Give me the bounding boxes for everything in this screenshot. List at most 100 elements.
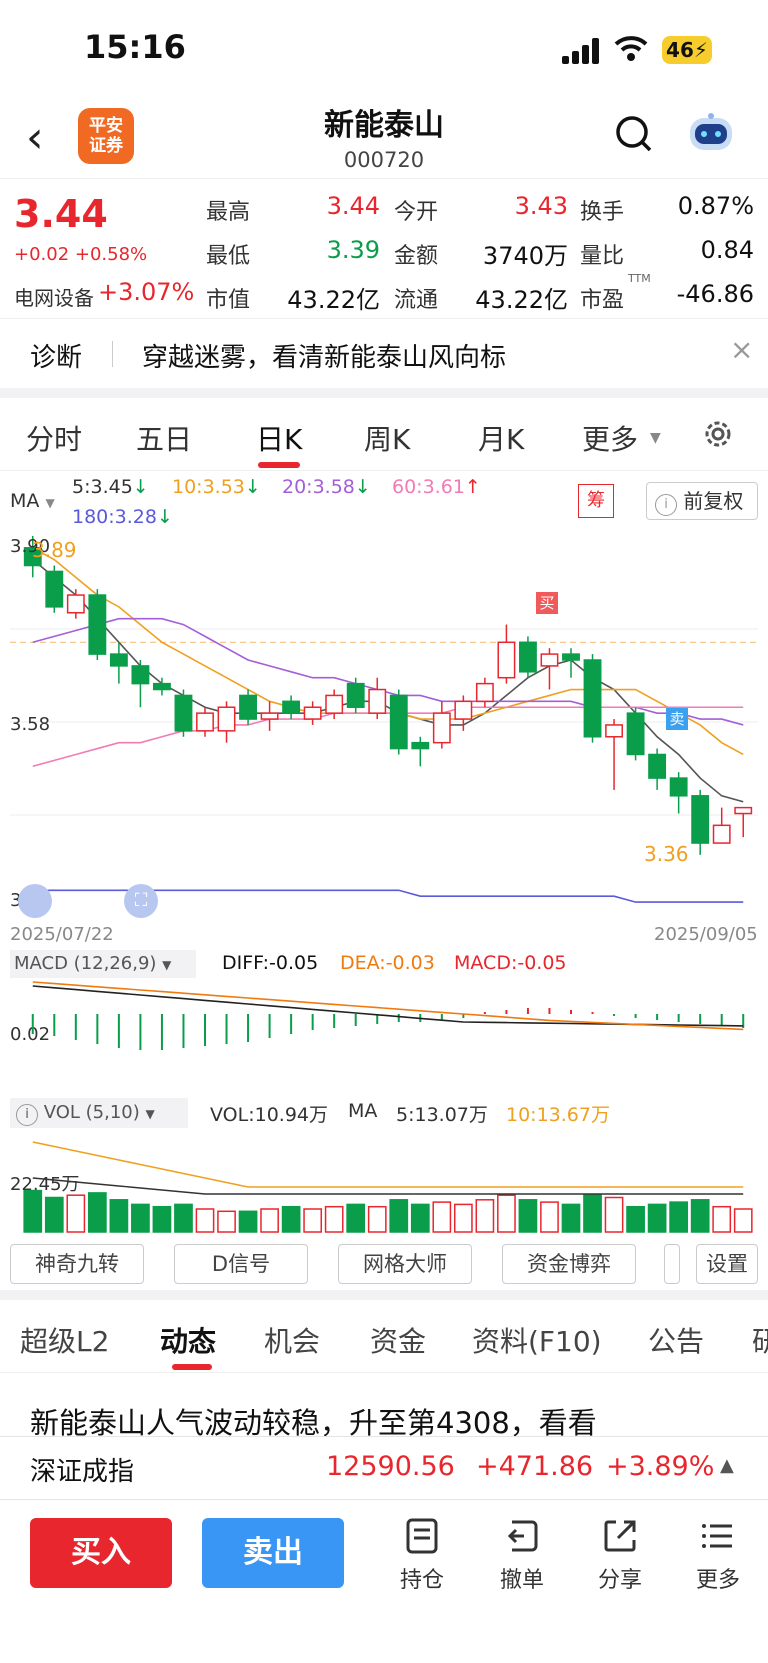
- tab-super-l2[interactable]: 超级L2: [20, 1320, 109, 1360]
- fullscreen-icon[interactable]: ⛶: [124, 884, 158, 918]
- index-pct: +3.89%: [606, 1451, 715, 1482]
- volume-bar: [518, 1199, 538, 1233]
- tool-partial[interactable]: [664, 1244, 680, 1284]
- sector-change[interactable]: +3.07%: [98, 278, 194, 306]
- more-button[interactable]: 更多: [688, 1516, 748, 1594]
- high-value: 3.44: [326, 192, 380, 220]
- volume-bar: [367, 1205, 387, 1233]
- tool-fund-game[interactable]: 资金博弈: [502, 1244, 636, 1284]
- ma5-text: 5:3.45: [72, 476, 133, 498]
- ma-selector[interactable]: MA ▼: [10, 490, 55, 512]
- volume-bar: [44, 1196, 64, 1233]
- candle-body: [196, 712, 214, 732]
- tab-funds[interactable]: 资金: [370, 1320, 426, 1360]
- info-icon: i: [655, 494, 677, 516]
- tab-research[interactable]: 研: [752, 1320, 768, 1360]
- volume-bar: [669, 1201, 689, 1233]
- buy-button[interactable]: 买入: [30, 1518, 172, 1588]
- open-label: 今开: [394, 200, 439, 225]
- macd-label: MACD (12,26,9): [14, 953, 157, 974]
- volume-bar: [712, 1205, 732, 1233]
- holdings-button[interactable]: 持仓: [392, 1516, 452, 1594]
- search-icon[interactable]: [614, 114, 654, 158]
- macd-diff: DIFF:-0.05: [222, 952, 319, 974]
- chevron-down-icon: ▼: [650, 430, 661, 446]
- volratio-value: 0.84: [700, 236, 754, 264]
- index-bar[interactable]: 深证成指 12590.56 +471.86 +3.89% ▲: [0, 1436, 768, 1500]
- tab-dynamic[interactable]: 动态: [160, 1320, 216, 1360]
- tool-d-signal[interactable]: D信号: [174, 1244, 308, 1284]
- section-gap: [0, 388, 768, 398]
- price-change: +0.02 +0.58%: [14, 244, 148, 265]
- diagnosis-divider: [112, 341, 113, 367]
- cancel-order-label: 撤单: [499, 1568, 544, 1593]
- undo-icon: [507, 1520, 538, 1552]
- macd-chart: [31, 981, 745, 1050]
- macd-selector[interactable]: MACD (12,26,9) ▼: [10, 950, 196, 978]
- candle-body: [45, 570, 64, 608]
- holdings-label: 持仓: [399, 1568, 444, 1593]
- zoom-out-icon[interactable]: [18, 884, 52, 918]
- candle-body: [368, 688, 387, 714]
- sector-name[interactable]: 电网设备: [14, 282, 94, 311]
- tab-opportunity[interactable]: 机会: [264, 1320, 320, 1360]
- triangle-up-icon: ▲: [720, 1455, 734, 1476]
- volume-bar: [324, 1205, 344, 1233]
- tab-weekly-k[interactable]: 周K: [364, 418, 410, 458]
- volume-bar: [432, 1201, 452, 1233]
- robot-assistant-icon[interactable]: [686, 112, 736, 160]
- tab-intraday[interactable]: 分时: [26, 418, 82, 458]
- ma-dropdown-icon: ▼: [45, 496, 55, 510]
- candle-body: [260, 712, 279, 720]
- active-tab-indicator: [172, 1364, 212, 1370]
- candle-body: [153, 682, 171, 691]
- candle-body: [583, 659, 602, 738]
- mktcap-value: 43.22亿: [287, 286, 380, 314]
- volratio-label: 量比: [580, 244, 625, 269]
- ma10-text: 10:3.53: [172, 476, 245, 498]
- tool-nine-turn[interactable]: 神奇九转: [10, 1244, 144, 1284]
- vol-ma5: 5:13.07万: [396, 1104, 488, 1126]
- chevron-down-icon: ▼: [162, 958, 172, 972]
- tab-five-day[interactable]: 五日: [136, 418, 192, 458]
- tab-monthly-k[interactable]: 月K: [478, 418, 524, 458]
- volume-bar: [733, 1208, 753, 1233]
- gear-icon[interactable]: [700, 416, 736, 456]
- candle-body: [131, 665, 150, 685]
- volume-bar: [604, 1196, 624, 1233]
- volume-bar: [626, 1205, 645, 1233]
- diagnosis-banner[interactable]: 诊断 穿越迷雾，看清新能泰山风向标 ×: [0, 318, 768, 389]
- diff-line: [32, 985, 744, 1027]
- tab-announcement[interactable]: 公告: [648, 1320, 704, 1360]
- sell-signal-marker: 卖: [666, 708, 688, 730]
- share-button[interactable]: 分享: [590, 1516, 650, 1594]
- chip-distribution-button[interactable]: 筹: [578, 484, 614, 518]
- vol-value: VOL:10.94万: [210, 1104, 328, 1126]
- candle-body: [411, 741, 430, 750]
- vol-selector[interactable]: i VOL (5,10) ▼: [10, 1098, 188, 1128]
- current-price: 3.44: [14, 192, 108, 236]
- kline-chart[interactable]: [0, 528, 768, 926]
- volume-bar: [174, 1203, 193, 1233]
- float-value: 43.22亿: [475, 286, 568, 314]
- tab-more[interactable]: 更多: [582, 418, 638, 458]
- cancel-order-button[interactable]: 撤单: [492, 1516, 552, 1594]
- tool-settings[interactable]: 设置: [696, 1244, 758, 1284]
- battery-icon: 46⚡: [662, 36, 712, 64]
- volume-chart: [23, 1141, 753, 1233]
- ma60-value: 60:3.61↑: [392, 476, 481, 498]
- index-change: +471.86: [476, 1451, 594, 1482]
- close-icon[interactable]: ×: [730, 333, 753, 366]
- tool-grid-master[interactable]: 网格大师: [338, 1244, 472, 1284]
- volume-bar: [453, 1203, 473, 1233]
- tab-f10[interactable]: 资料(F10): [472, 1320, 602, 1360]
- sell-button[interactable]: 卖出: [202, 1518, 344, 1588]
- adjust-button[interactable]: i 前复权: [646, 482, 758, 520]
- arrow-down-icon: ↓: [156, 506, 173, 528]
- tab-daily-k[interactable]: 日K: [256, 418, 302, 458]
- menu-icon: [702, 1524, 732, 1548]
- tabs-divider: [0, 470, 768, 471]
- candle-body: [626, 712, 645, 756]
- header-divider: [0, 178, 768, 179]
- candle-body: [88, 594, 107, 655]
